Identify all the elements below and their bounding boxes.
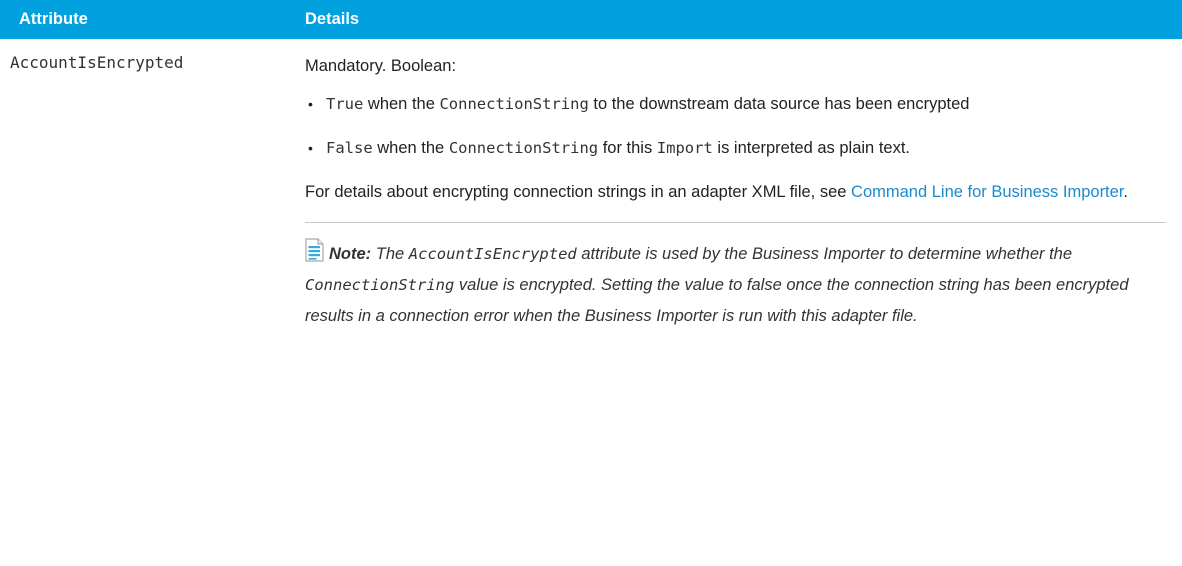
- attribute-table: Attribute Details AccountIsEncrypted Man…: [0, 0, 1182, 332]
- command-line-link[interactable]: Command Line for Business Importer: [851, 183, 1123, 201]
- details-text: For details about encrypting connection …: [305, 183, 852, 201]
- details-end: .: [1123, 183, 1128, 201]
- list-item-false: • False when the ConnectionString for thi…: [305, 133, 1166, 164]
- details-paragraph: For details about encrypting connection …: [305, 177, 1166, 208]
- header-attribute: Attribute: [19, 10, 88, 28]
- code-false: False: [326, 139, 373, 157]
- note-document-icon: [305, 238, 324, 262]
- note-label: Note:: [329, 245, 372, 263]
- code-accountisencrypted: AccountIsEncrypted: [408, 245, 577, 263]
- header-details: Details: [305, 10, 360, 28]
- bullet-text: is interpreted as plain text.: [712, 139, 910, 157]
- note-text-part: The: [371, 245, 409, 263]
- code-true: True: [326, 95, 364, 113]
- details-cell: Mandatory. Boolean: • True when the Conne…: [295, 39, 1182, 332]
- bullet-icon: •: [308, 140, 313, 156]
- code-import: Import: [656, 139, 713, 157]
- boolean-values-list: • True when the ConnectionString to the d…: [305, 89, 1166, 164]
- table-row: AccountIsEncrypted Mandatory. Boolean: •…: [0, 39, 1182, 332]
- note-text: Note: The AccountIsEncrypted attribute i…: [305, 239, 1166, 332]
- details-intro: Mandatory. Boolean:: [305, 57, 457, 75]
- table-header-row: Attribute Details: [0, 0, 1182, 39]
- code-connectionstring: ConnectionString: [448, 139, 599, 157]
- note-block: Note: The AccountIsEncrypted attribute i…: [305, 223, 1166, 332]
- bullet-text: to the downstream data source has been e…: [588, 95, 970, 113]
- bullet-text: when the: [372, 139, 449, 157]
- attribute-name: AccountIsEncrypted: [10, 53, 184, 72]
- bullet-icon: •: [308, 96, 313, 112]
- list-item-true: • True when the ConnectionString to the d…: [305, 89, 1166, 120]
- bullet-text: when the: [363, 95, 440, 113]
- attribute-cell: AccountIsEncrypted: [0, 39, 295, 332]
- note-text-part: attribute is used by the Business Import…: [576, 245, 1073, 263]
- bullet-text: for this: [598, 139, 657, 157]
- code-connectionstring: ConnectionString: [305, 276, 455, 294]
- code-connectionstring: ConnectionString: [439, 95, 589, 113]
